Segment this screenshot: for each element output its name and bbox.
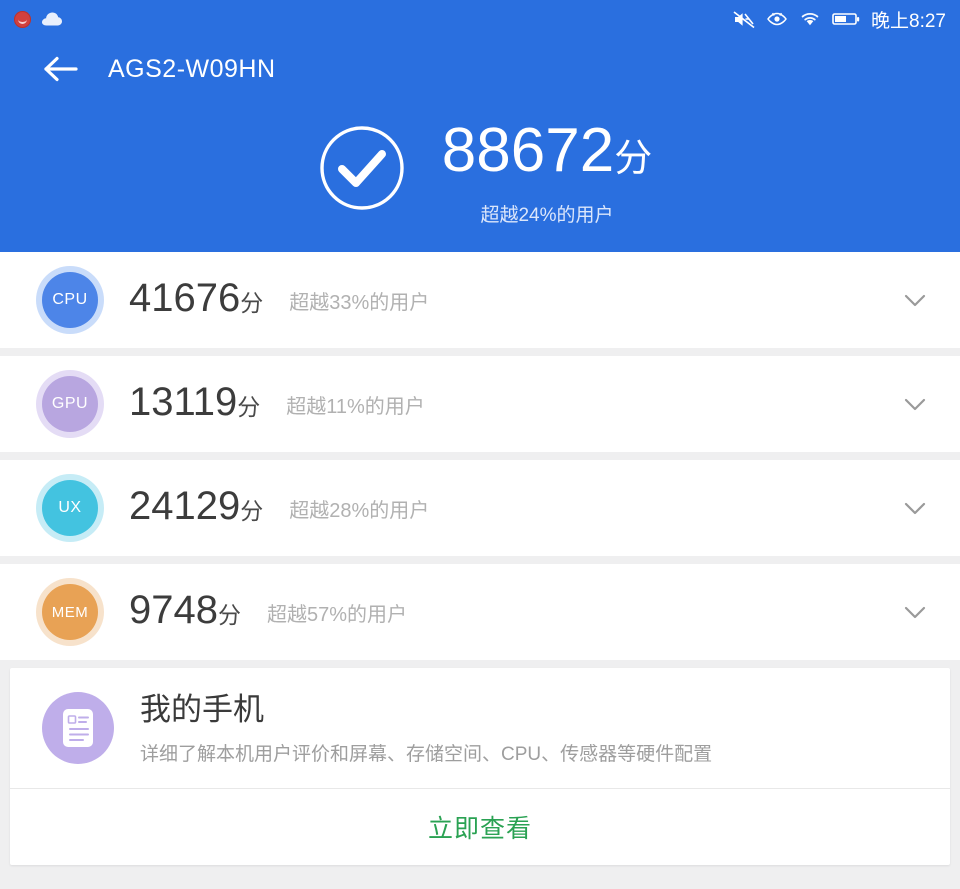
cloud-icon xyxy=(42,12,62,26)
eye-comfort-icon xyxy=(767,12,787,26)
total-score-value-row: 88672分 xyxy=(442,116,652,194)
gpu-percentile: 超越11%的用户 xyxy=(286,395,425,418)
cpu-score: 41676分 xyxy=(129,276,263,325)
status-bar: 晚上8:27 xyxy=(0,0,960,38)
ux-score-number: 24129 xyxy=(129,483,241,528)
total-score-percentile: 超越24%的用户 xyxy=(480,205,614,226)
mem-score: 9748分 xyxy=(129,588,241,637)
mute-icon xyxy=(733,10,755,28)
total-score-unit: 分 xyxy=(614,138,653,180)
mem-score-unit: 分 xyxy=(217,601,241,628)
my-phone-description: 详细了解本机用户评价和屏幕、存储空间、CPU、传感器等硬件配置 xyxy=(140,744,713,765)
gpu-badge-icon: GPU xyxy=(42,376,98,432)
battery-icon xyxy=(832,13,860,25)
ux-badge-icon: UX xyxy=(42,480,98,536)
mem-percentile: 超越57%的用户 xyxy=(266,603,408,626)
back-arrow-icon[interactable] xyxy=(42,54,82,84)
metric-rows: CPU 41676分 超越33%的用户 GPU 13119分 超越11%的用户 … xyxy=(0,252,960,660)
page-title: AGS2-W09HN xyxy=(108,54,276,83)
status-bar-left-icons xyxy=(14,10,63,28)
mem-score-number: 9748 xyxy=(129,587,218,632)
chevron-down-icon[interactable] xyxy=(898,595,932,629)
my-phone-card[interactable]: 我的手机 详细了解本机用户评价和屏幕、存储空间、CPU、传感器等硬件配置 立即查… xyxy=(10,668,950,865)
gpu-score-number: 13119 xyxy=(129,379,238,424)
ux-percentile: 超越28%的用户 xyxy=(289,499,430,522)
gpu-score-unit: 分 xyxy=(237,393,261,420)
metric-row-cpu[interactable]: CPU 41676分 超越33%的用户 xyxy=(0,252,960,348)
chevron-down-icon[interactable] xyxy=(898,283,932,317)
my-phone-card-body: 我的手机 详细了解本机用户评价和屏幕、存储空间、CPU、传感器等硬件配置 xyxy=(10,668,950,788)
total-score-text: 88672分 超越24%的用户 xyxy=(442,116,652,227)
total-score-block: 88672分 超越24%的用户 xyxy=(0,116,960,227)
chevron-down-icon[interactable] xyxy=(898,491,932,525)
alarm-red-icon xyxy=(14,10,31,28)
check-circle-icon xyxy=(320,126,404,210)
cpu-score-unit: 分 xyxy=(240,289,264,316)
status-bar-clock: 晚上8:27 xyxy=(871,10,946,32)
metric-row-mem[interactable]: MEM 9748分 超越57%的用户 xyxy=(0,564,960,660)
blue-header: 晚上8:27 AGS2-W09HN 88672分 超越24%的用户 xyxy=(0,0,960,252)
navigation-bar: AGS2-W09HN xyxy=(0,38,960,100)
my-phone-texts: 我的手机 详细了解本机用户评价和屏幕、存储空间、CPU、传感器等硬件配置 xyxy=(140,690,712,766)
gpu-score: 13119分 xyxy=(129,380,260,429)
view-now-button[interactable]: 立即查看 xyxy=(10,789,950,865)
antutu-result-screen: 晚上8:27 AGS2-W09HN 88672分 超越24%的用户 CPU 41… xyxy=(0,0,960,889)
ux-score: 24129分 xyxy=(129,484,263,533)
cpu-badge-icon: CPU xyxy=(42,272,98,328)
cpu-score-number: 41676 xyxy=(129,275,241,320)
chevron-down-icon[interactable] xyxy=(898,387,932,421)
document-list-glyph xyxy=(63,709,93,747)
total-score-number: 88672 xyxy=(441,116,615,185)
wifi-icon xyxy=(801,12,819,26)
document-list-icon xyxy=(42,692,114,764)
status-bar-right-icons: 晚上8:27 xyxy=(733,6,946,33)
metric-row-gpu[interactable]: GPU 13119分 超越11%的用户 xyxy=(0,356,960,452)
metric-row-ux[interactable]: UX 24129分 超越28%的用户 xyxy=(0,460,960,556)
mem-badge-icon: MEM xyxy=(42,584,98,640)
my-phone-title: 我的手机 xyxy=(140,692,264,727)
ux-score-unit: 分 xyxy=(240,497,264,524)
cpu-percentile: 超越33%的用户 xyxy=(289,291,430,314)
